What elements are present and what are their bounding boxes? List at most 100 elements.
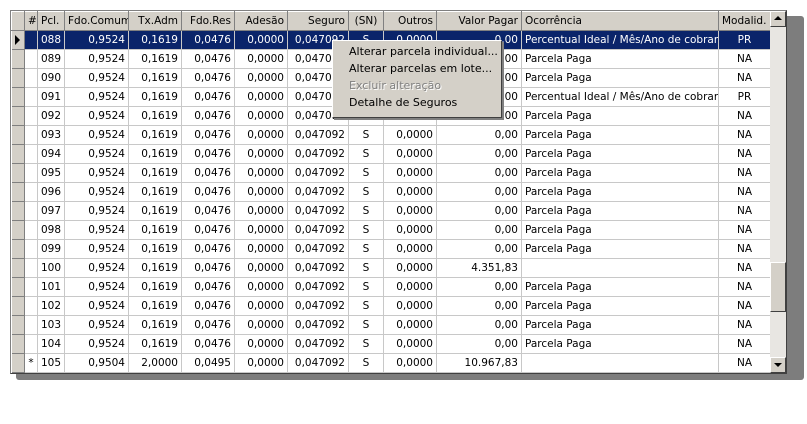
- cell-sn[interactable]: S: [348, 239, 384, 259]
- cell-seguro[interactable]: 0,047092: [287, 353, 349, 373]
- table-row[interactable]: 100 0,9524 0,1619 0,0476 0,0000 0,047092 S 0,00…: [11, 258, 771, 278]
- scroll-thumb[interactable]: [770, 262, 786, 312]
- cell-fdo-res[interactable]: 0,0476: [181, 277, 235, 297]
- cell-fdo-comum[interactable]: 0,9524: [64, 182, 129, 202]
- cell-ocorrencia[interactable]: [521, 258, 719, 278]
- cell-fdo-res[interactable]: 0,0476: [181, 163, 235, 183]
- row-indicator[interactable]: [11, 201, 25, 221]
- scroll-down-button[interactable]: [770, 357, 786, 373]
- cell-seguro[interactable]: 0,047092: [287, 315, 349, 335]
- row-indicator[interactable]: [11, 258, 25, 278]
- cell-ocorrencia[interactable]: Parcela Paga: [521, 68, 719, 88]
- cell-modalid[interactable]: NA: [718, 125, 771, 145]
- cell-sn[interactable]: S: [348, 125, 384, 145]
- cell-tx-adm[interactable]: 0,1619: [128, 315, 182, 335]
- cell-tx-adm[interactable]: 2,0000: [128, 353, 182, 373]
- cell-tx-adm[interactable]: 0,1619: [128, 49, 182, 69]
- cell-pcl[interactable]: 092: [37, 106, 65, 126]
- cell-fdo-comum[interactable]: 0,9524: [64, 315, 129, 335]
- cell-valor-pagar[interactable]: 0,00: [436, 144, 522, 164]
- cell-modalid[interactable]: NA: [718, 49, 771, 69]
- cell-pcl[interactable]: 093: [37, 125, 65, 145]
- cell-fdo-res[interactable]: 0,0476: [181, 334, 235, 354]
- col-adesao-header[interactable]: Adesão: [234, 11, 288, 31]
- cell-outros[interactable]: 0,0000: [383, 144, 437, 164]
- cell-fdo-comum[interactable]: 0,9524: [64, 239, 129, 259]
- cell-seguro[interactable]: 0,047092: [287, 239, 349, 259]
- cell-ocorrencia[interactable]: Parcela Paga: [521, 106, 719, 126]
- row-indicator[interactable]: [11, 277, 25, 297]
- col-ocorrencia-header[interactable]: Ocorrência: [521, 11, 719, 31]
- col-outros-header[interactable]: Outros: [383, 11, 437, 31]
- cell-modalid[interactable]: NA: [718, 353, 771, 373]
- cell-modalid[interactable]: NA: [718, 277, 771, 297]
- col-seguro-header[interactable]: Seguro: [287, 11, 349, 31]
- cell-valor-pagar[interactable]: 0,00: [436, 163, 522, 183]
- cell-fdo-res[interactable]: 0,0476: [181, 125, 235, 145]
- cell-fdo-res[interactable]: 0,0476: [181, 220, 235, 240]
- cell-modalid[interactable]: NA: [718, 258, 771, 278]
- col-sn-header[interactable]: (SN): [348, 11, 384, 31]
- cell-pcl[interactable]: 097: [37, 201, 65, 221]
- cell-ocorrencia[interactable]: Parcela Paga: [521, 334, 719, 354]
- cell-fdo-comum[interactable]: 0,9504: [64, 353, 129, 373]
- cell-seguro[interactable]: 0,047092: [287, 144, 349, 164]
- col-fdo-res-header[interactable]: Fdo.Res: [181, 11, 235, 31]
- cell-seguro[interactable]: 0,047092: [287, 334, 349, 354]
- cell-ocorrencia[interactable]: Parcela Paga: [521, 220, 719, 240]
- cell-outros[interactable]: 0,0000: [383, 353, 437, 373]
- cell-tx-adm[interactable]: 0,1619: [128, 125, 182, 145]
- cell-adesao[interactable]: 0,0000: [234, 125, 288, 145]
- cell-adesao[interactable]: 0,0000: [234, 258, 288, 278]
- cell-pcl[interactable]: 090: [37, 68, 65, 88]
- cell-fdo-comum[interactable]: 0,9524: [64, 144, 129, 164]
- cell-fdo-comum[interactable]: 0,9524: [64, 106, 129, 126]
- cell-ocorrencia[interactable]: Parcela Paga: [521, 277, 719, 297]
- cell-fdo-comum[interactable]: 0,9524: [64, 296, 129, 316]
- cell-valor-pagar[interactable]: 0,00: [436, 220, 522, 240]
- cell-tx-adm[interactable]: 0,1619: [128, 182, 182, 202]
- cell-pcl[interactable]: 094: [37, 144, 65, 164]
- table-row[interactable]: 097 0,9524 0,1619 0,0476 0,0000 0,047092 S 0,00…: [11, 201, 771, 221]
- cell-ocorrencia[interactable]: Parcela Paga: [521, 49, 719, 69]
- cell-sn[interactable]: S: [348, 258, 384, 278]
- cell-adesao[interactable]: 0,0000: [234, 182, 288, 202]
- col-hash-header[interactable]: #: [24, 11, 38, 31]
- col-fdo-comum-header[interactable]: Fdo.Comum: [64, 11, 129, 31]
- cell-pcl[interactable]: 102: [37, 296, 65, 316]
- cell-adesao[interactable]: 0,0000: [234, 144, 288, 164]
- cell-fdo-res[interactable]: 0,0476: [181, 201, 235, 221]
- cell-fdo-res[interactable]: 0,0476: [181, 68, 235, 88]
- cell-sn[interactable]: S: [348, 182, 384, 202]
- cell-sn[interactable]: S: [348, 220, 384, 240]
- cell-tx-adm[interactable]: 0,1619: [128, 239, 182, 259]
- cell-ocorrencia[interactable]: Parcela Paga: [521, 315, 719, 335]
- cell-fdo-res[interactable]: 0,0476: [181, 49, 235, 69]
- cell-tx-adm[interactable]: 0,1619: [128, 30, 182, 50]
- cell-ocorrencia[interactable]: Parcela Paga: [521, 144, 719, 164]
- row-indicator[interactable]: [11, 163, 25, 183]
- cell-pcl[interactable]: 105: [37, 353, 65, 373]
- cell-ocorrencia[interactable]: Parcela Paga: [521, 201, 719, 221]
- row-indicator[interactable]: [11, 182, 25, 202]
- cell-adesao[interactable]: 0,0000: [234, 163, 288, 183]
- cell-modalid[interactable]: NA: [718, 296, 771, 316]
- cell-fdo-comum[interactable]: 0,9524: [64, 49, 129, 69]
- cell-fdo-comum[interactable]: 0,9524: [64, 163, 129, 183]
- cell-seguro[interactable]: 0,047092: [287, 201, 349, 221]
- cell-sn[interactable]: S: [348, 353, 384, 373]
- cell-fdo-res[interactable]: 0,0495: [181, 353, 235, 373]
- row-indicator[interactable]: [11, 87, 25, 107]
- vertical-scrollbar[interactable]: [770, 11, 786, 373]
- cell-pcl[interactable]: 103: [37, 315, 65, 335]
- cell-ocorrencia[interactable]: [521, 353, 719, 373]
- cell-outros[interactable]: 0,0000: [383, 163, 437, 183]
- cell-valor-pagar[interactable]: 4.351,83: [436, 258, 522, 278]
- cell-modalid[interactable]: NA: [718, 163, 771, 183]
- col-modalid-header[interactable]: Modalid.: [718, 11, 771, 31]
- cell-adesao[interactable]: 0,0000: [234, 30, 288, 50]
- row-indicator[interactable]: [11, 68, 25, 88]
- table-row[interactable]: 103 0,9524 0,1619 0,0476 0,0000 0,047092 S 0,00…: [11, 315, 771, 335]
- cell-modalid[interactable]: NA: [718, 144, 771, 164]
- cell-fdo-res[interactable]: 0,0476: [181, 182, 235, 202]
